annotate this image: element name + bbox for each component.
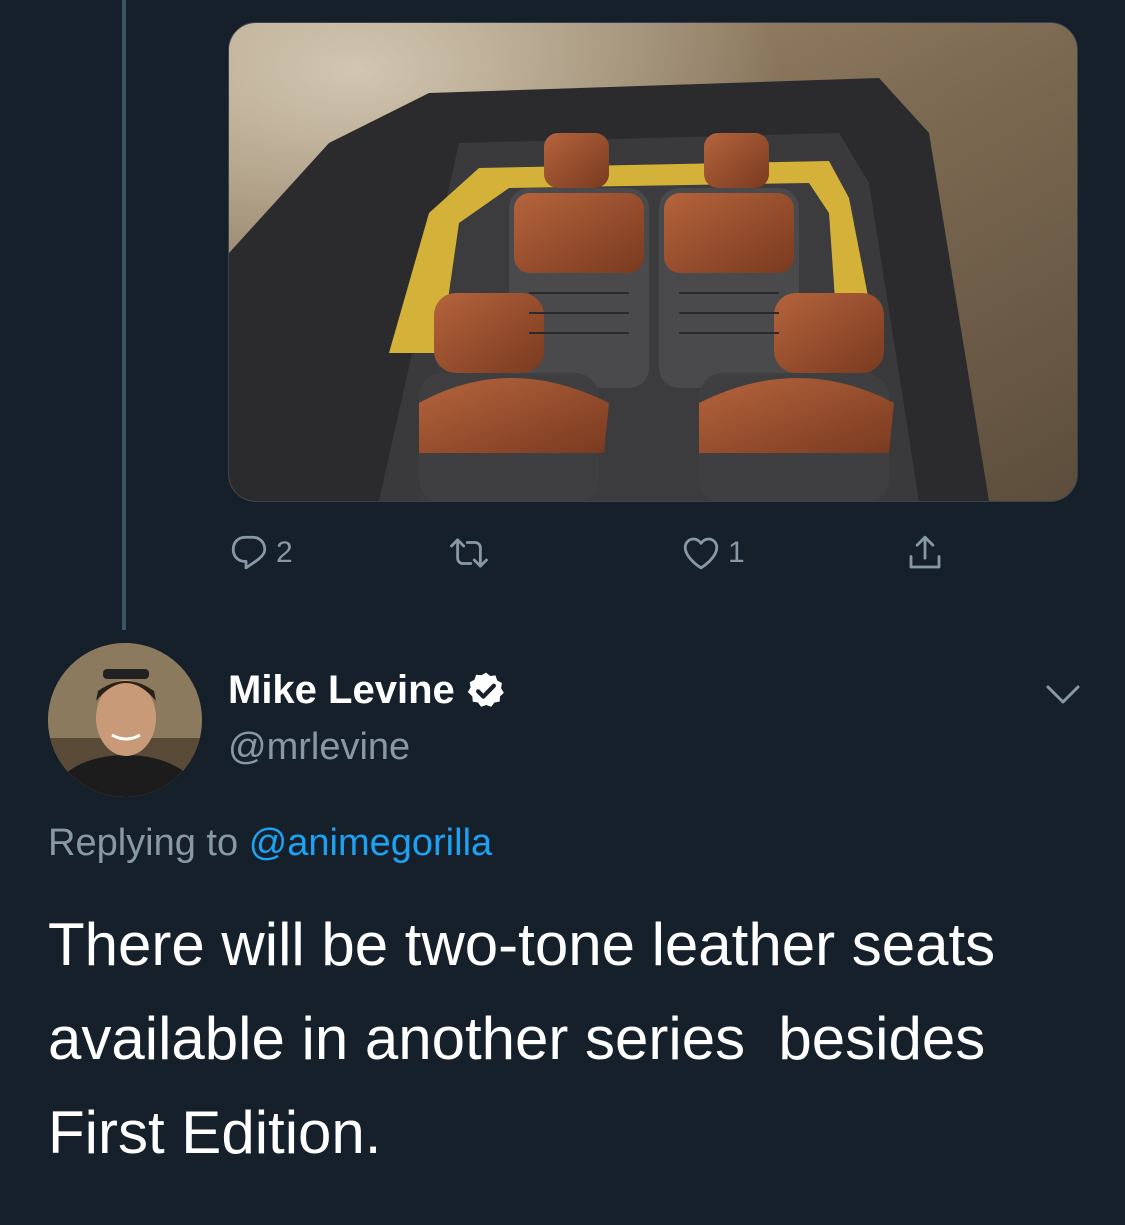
- verified-badge-icon: [467, 672, 504, 707]
- retweet-icon: [450, 538, 488, 568]
- retweet-button[interactable]: [448, 528, 490, 578]
- replying-to-mention[interactable]: @animegorilla: [249, 822, 492, 864]
- share-icon: [909, 535, 941, 569]
- tweet-media-image[interactable]: [228, 22, 1078, 502]
- like-count: 1: [728, 536, 745, 569]
- chevron-down-icon[interactable]: [1040, 675, 1086, 715]
- author-avatar[interactable]: [48, 643, 202, 797]
- author-name-row[interactable]: Mike Levine: [228, 668, 507, 713]
- like-button[interactable]: 1: [680, 528, 745, 578]
- reply-button[interactable]: 2: [228, 528, 293, 578]
- share-button[interactable]: [904, 528, 946, 578]
- tweet-text: There will be two-tone leather seats ava…: [48, 911, 1012, 1166]
- tweet-actions-bar: 2 1: [228, 528, 988, 578]
- replying-to-line: Replying to @animegorilla: [48, 822, 492, 865]
- avatar-photo: [48, 643, 202, 797]
- replying-to-label: Replying to: [48, 822, 239, 864]
- author-handle[interactable]: @mrlevine: [228, 726, 410, 769]
- author-name[interactable]: Mike Levine: [228, 668, 455, 713]
- thread-connector-line: [122, 0, 126, 630]
- reply-icon: [231, 535, 267, 570]
- heart-icon: [683, 537, 719, 570]
- vehicle-interior-photo: [229, 23, 1077, 501]
- reply-count: 2: [276, 536, 293, 569]
